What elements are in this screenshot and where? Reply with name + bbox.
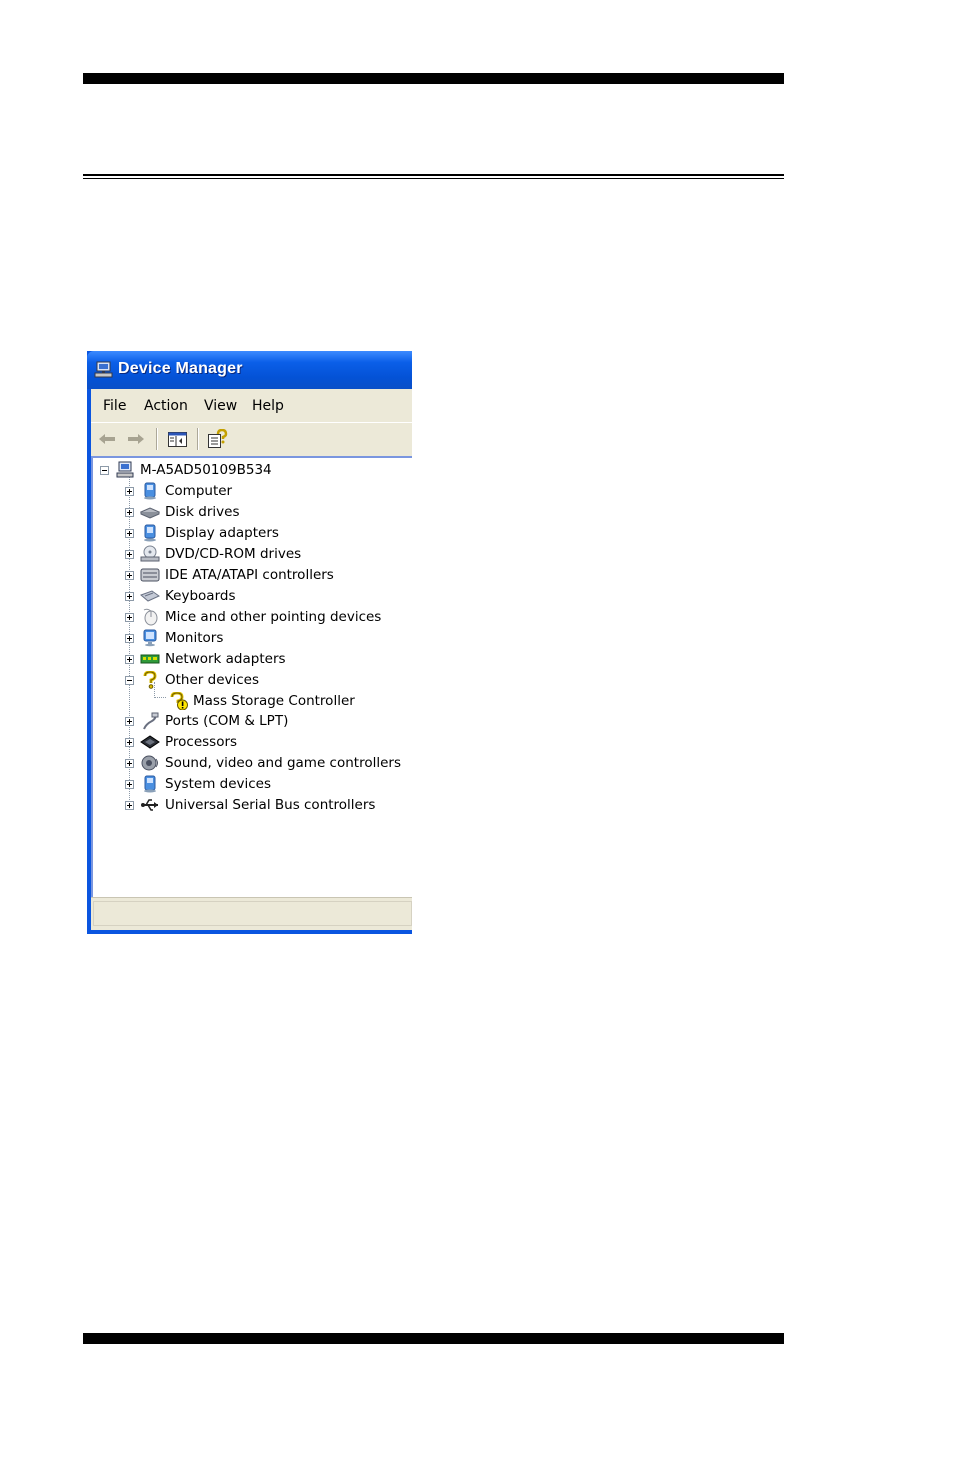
tree-item-display-adapters[interactable]: Display adapters — [125, 523, 279, 543]
tree-item-label: Keyboards — [165, 588, 236, 604]
network-adapter-icon — [140, 654, 160, 664]
tree-item-computer[interactable]: Computer — [125, 481, 232, 501]
help-properties-icon — [207, 429, 227, 448]
keyboard-icon — [140, 590, 160, 602]
tree-item-ide-controllers[interactable]: IDE ATA/ATAPI controllers — [125, 565, 334, 585]
tree-item-label: Sound, video and game controllers — [165, 755, 401, 771]
header-rule — [83, 73, 784, 84]
tree-item-processors[interactable]: Processors — [125, 732, 237, 752]
toolbar-separator — [156, 428, 158, 450]
tree-item-label: IDE ATA/ATAPI controllers — [165, 567, 334, 583]
computer-root-icon — [116, 461, 134, 478]
header-double-rule — [83, 174, 784, 179]
properties-help-button[interactable] — [206, 429, 228, 449]
toolbar-separator — [197, 428, 199, 450]
menu-help[interactable]: Help — [252, 398, 284, 414]
tree-item-usb-controllers[interactable]: Universal Serial Bus controllers — [125, 795, 375, 815]
tree-item-label: Universal Serial Bus controllers — [165, 797, 376, 813]
warning-device-icon — [170, 692, 188, 710]
expand-toggle[interactable] — [125, 716, 134, 726]
expand-toggle[interactable] — [125, 570, 134, 580]
window-title: Device Manager — [118, 360, 243, 377]
tree-item-disk-drives[interactable]: Disk drives — [125, 502, 240, 522]
disk-drive-icon — [140, 507, 160, 519]
expand-toggle[interactable] — [125, 591, 134, 601]
menu-view[interactable]: View — [204, 398, 237, 414]
tree-item-sound-video[interactable]: Sound, video and game controllers — [125, 753, 401, 773]
tree-connector — [154, 697, 166, 698]
tree-item-label: Ports (COM & LPT) — [165, 713, 289, 729]
computer-icon — [144, 482, 156, 500]
system-device-icon — [144, 775, 156, 793]
device-tree: M-A5AD50109B534 Computer Disk drives Dis… — [91, 456, 412, 897]
expand-toggle[interactable] — [125, 758, 134, 768]
expand-toggle[interactable] — [125, 507, 134, 517]
tree-item-network-adapters[interactable]: Network adapters — [125, 649, 286, 669]
expand-toggle[interactable] — [125, 654, 134, 664]
show-hide-console-tree-icon — [167, 431, 187, 447]
monitor-icon — [143, 629, 157, 647]
tree-item-label: Processors — [165, 734, 238, 750]
collapse-toggle[interactable] — [125, 675, 134, 685]
back-arrow-icon — [99, 434, 115, 444]
status-panel — [93, 901, 412, 926]
tree-item-keyboards[interactable]: Keyboards — [125, 586, 236, 606]
toolbar — [91, 422, 412, 456]
usb-icon — [141, 799, 158, 811]
back-button[interactable] — [96, 429, 118, 449]
tree-item-mice[interactable]: Mice and other pointing devices — [125, 607, 381, 627]
footer-rule — [83, 1333, 784, 1344]
tree-item-label: Disk drives — [165, 504, 240, 520]
expand-toggle[interactable] — [125, 633, 134, 643]
tree-item-label: Computer — [165, 483, 233, 499]
expand-toggle[interactable] — [125, 737, 134, 747]
device-manager-icon — [94, 361, 113, 378]
expand-toggle[interactable] — [125, 779, 134, 789]
tree-item-label: Mice and other pointing devices — [165, 609, 382, 625]
tree-root[interactable]: M-A5AD50109B534 — [100, 460, 272, 480]
tree-item-label: Other devices — [165, 672, 259, 688]
mouse-icon — [143, 608, 158, 626]
expand-toggle[interactable] — [125, 800, 134, 810]
menu-file[interactable]: File — [103, 398, 126, 414]
tree-item-system-devices[interactable]: System devices — [125, 774, 271, 794]
tree-root-label: M-A5AD50109B534 — [140, 462, 272, 478]
menu-bar: File Action View Help — [91, 389, 412, 422]
sound-icon — [141, 755, 158, 771]
collapse-toggle[interactable] — [100, 465, 109, 475]
tree-item-ports[interactable]: Ports (COM & LPT) — [125, 711, 288, 731]
tree-item-label: Mass Storage Controller — [193, 693, 355, 709]
tree-item-label: System devices — [165, 776, 272, 792]
tree-item-other-devices[interactable]: Other devices — [125, 670, 259, 690]
unknown-device-icon — [143, 671, 157, 689]
forward-arrow-icon — [128, 434, 144, 444]
device-manager-window: Device Manager File Action View Help M-A… — [87, 351, 412, 934]
display-adapter-icon — [144, 524, 156, 542]
ide-controller-icon — [140, 568, 160, 582]
tree-item-label: Network adapters — [165, 651, 286, 667]
tree-item-dvd-drives[interactable]: DVD/CD-ROM drives — [125, 544, 301, 564]
menu-action[interactable]: Action — [144, 398, 188, 414]
port-icon — [143, 712, 159, 730]
processor-icon — [140, 735, 160, 749]
dvd-drive-icon — [140, 545, 160, 562]
expand-toggle[interactable] — [125, 486, 134, 496]
tree-item-label: DVD/CD-ROM drives — [165, 546, 302, 562]
expand-toggle[interactable] — [125, 612, 134, 622]
expand-toggle[interactable] — [125, 549, 134, 559]
status-bar — [91, 897, 412, 930]
tree-item-label: Display adapters — [165, 525, 279, 541]
tree-item-label: Monitors — [165, 630, 224, 646]
expand-toggle[interactable] — [125, 528, 134, 538]
forward-button[interactable] — [125, 429, 147, 449]
show-hide-tree-button[interactable] — [166, 429, 188, 449]
tree-item-monitors[interactable]: Monitors — [125, 628, 223, 648]
tree-item-mass-storage-controller[interactable]: Mass Storage Controller — [168, 691, 355, 711]
title-bar[interactable]: Device Manager — [87, 351, 412, 389]
